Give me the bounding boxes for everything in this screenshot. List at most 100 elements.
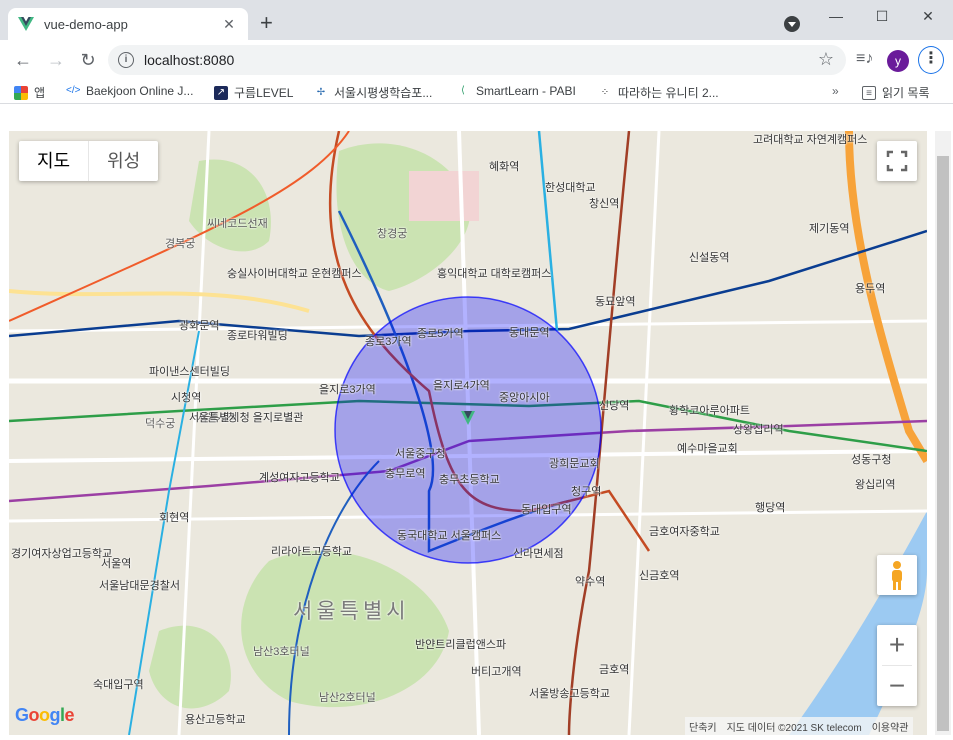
address-bar[interactable]: i localhost:8080 ☆	[108, 45, 846, 75]
city-label: 서울특별시	[293, 600, 410, 623]
tab-title: vue-demo-app	[44, 16, 128, 32]
maximize-icon[interactable]: ☐	[868, 6, 896, 26]
bookmark-label: 구름LEVEL	[234, 86, 294, 100]
place-label: 충무초등학교	[439, 474, 500, 486]
station-label: 동대입구역	[521, 504, 572, 516]
station-label: 버티고개역	[471, 666, 522, 678]
place-label: 광희문교회	[549, 458, 600, 470]
bookmark-goorm[interactable]: ↗ 구름LEVEL	[214, 84, 293, 101]
station-label: 충무로역	[385, 468, 426, 480]
reading-list-icon: ≡	[862, 85, 876, 100]
forward-icon[interactable]: →	[46, 50, 66, 70]
minimize-icon[interactable]: —	[822, 6, 850, 26]
bookmark-seoul-learning[interactable]: ✢ 서울시평생학습포...	[314, 84, 433, 101]
place-label: 예수마을교회	[677, 443, 738, 455]
google-logo[interactable]: Google	[15, 705, 75, 726]
dots-icon: ⁘	[600, 86, 610, 98]
place-label: 홍익대학교 대학로캠퍼스	[437, 268, 552, 280]
close-tab-icon[interactable]: ✕	[220, 16, 238, 33]
station-label: 광화문역	[179, 320, 220, 332]
map-type-control: 지도 위성	[19, 141, 159, 181]
zoom-control: + −	[877, 625, 917, 706]
map-attribution: 단축키 지도 데이터 ©2021 SK telecom 이용약관	[685, 717, 913, 735]
site-info-icon[interactable]: i	[118, 52, 134, 68]
bookmark-label: 읽기 목록	[882, 86, 930, 100]
place-label: 파이낸스센터빌딩	[149, 366, 230, 378]
bookmark-label: SmartLearn - PABI	[476, 84, 576, 98]
station-label: 신당역	[599, 400, 630, 412]
zoom-out-button[interactable]: −	[877, 666, 917, 706]
street-view-pegman-button[interactable]	[877, 555, 917, 595]
tab-search-icon[interactable]	[784, 16, 800, 32]
url-text[interactable]: localhost:8080	[144, 52, 234, 68]
station-label: 행당역	[755, 502, 786, 514]
station-label: 제기동역	[809, 223, 850, 235]
station-label: 상왕십리역	[733, 424, 784, 436]
place-label: 중앙아시아	[499, 392, 550, 404]
place-label: 경복궁	[165, 238, 196, 250]
place-label: 신라면세점	[513, 548, 564, 560]
arrow-icon: ↗	[214, 85, 228, 100]
toolbar: ← → ↻ i localhost:8080 ☆	[0, 40, 953, 80]
scrollbar-thumb[interactable]	[937, 156, 949, 731]
fullscreen-button[interactable]	[877, 141, 917, 181]
bookmark-label: 서울시평생학습포...	[334, 86, 433, 100]
station-label: 왕십리역	[855, 479, 896, 491]
new-tab-icon[interactable]: +	[260, 12, 273, 34]
place-label: 창경궁	[377, 228, 408, 240]
google-map[interactable]: 서울특별시 을지로4가역 종로5가역 동대문역 신당역 청구역 약수역 동대입구…	[9, 131, 927, 735]
bookmark-unity[interactable]: ⁘ 따라하는 유니티 2...	[598, 84, 719, 101]
bookmark-apps[interactable]: 앱	[14, 84, 45, 101]
place-label: 남산2호터널	[319, 692, 376, 704]
vue-logo-icon	[18, 17, 34, 31]
station-label: 약수역	[575, 576, 606, 588]
place-label: 리라아트고등학교	[271, 546, 352, 558]
bookmark-label: 앱	[34, 86, 46, 100]
place-label: 서울방송고등학교	[529, 688, 610, 700]
leaf-icon: ⟨	[461, 85, 465, 96]
place-label: 종로타워빌딩	[227, 330, 288, 342]
bookmark-smartlearn[interactable]: ⟨ SmartLearn - PABI	[456, 84, 576, 98]
media-control-icon[interactable]: ≡♪	[856, 50, 873, 68]
station-label: 청구역	[571, 486, 602, 498]
chrome-menu-icon[interactable]: ⋮	[918, 46, 944, 74]
station-label: 혜화역	[489, 161, 520, 173]
station-label: 숙대입구역	[93, 679, 144, 691]
keyboard-shortcuts-link[interactable]: 단축키	[689, 719, 717, 734]
back-icon[interactable]: ←	[13, 50, 33, 70]
bookmark-label: 따라하는 유니티 2...	[618, 86, 719, 100]
station-label: 신설동역	[689, 252, 730, 264]
map-type-satellite-button[interactable]: 위성	[88, 141, 158, 181]
bookmark-label: Baekjoon Online J...	[86, 84, 194, 98]
terms-link[interactable]: 이용약관	[872, 719, 909, 734]
place-label: 계성여자고등학교	[259, 472, 340, 484]
map-type-roadmap-button[interactable]: 지도	[19, 141, 88, 181]
place-label: 한성대학교	[545, 182, 596, 194]
station-label: 종로5가역	[417, 328, 464, 340]
close-window-icon[interactable]: ✕	[914, 6, 942, 26]
reading-list[interactable]: ≡ 읽기 목록	[862, 84, 930, 101]
vertical-scrollbar[interactable]	[935, 131, 951, 735]
browser-tab[interactable]: vue-demo-app ✕	[8, 8, 248, 40]
place-label: 황학코아루아파트	[669, 405, 750, 417]
place-label: 금호여자중학교	[649, 526, 720, 538]
bookmark-baekjoon[interactable]: </> Baekjoon Online J...	[66, 84, 193, 98]
reload-icon[interactable]: ↻	[78, 50, 98, 70]
apps-grid-icon	[14, 85, 28, 100]
profile-avatar[interactable]: y	[887, 50, 909, 72]
station-label: 용두역	[855, 283, 886, 295]
place-label: 남산3호터널	[253, 646, 310, 658]
station-label: 창신역	[589, 198, 620, 210]
place-label: 경기여자상업고등학교	[11, 548, 113, 560]
zoom-in-button[interactable]: +	[877, 625, 917, 665]
place-label: 용산고등학교	[185, 714, 246, 726]
bookmarks-bar: 앱 </> Baekjoon Online J... ↗ 구름LEVEL ✢ 서…	[0, 80, 953, 104]
station-label: 시청역	[171, 392, 202, 404]
bird-icon: ✢	[316, 86, 326, 98]
code-icon: </>	[66, 85, 81, 96]
station-label: 동묘앞역	[595, 296, 636, 308]
more-bookmarks-icon[interactable]: »	[832, 84, 839, 98]
browser-window: vue-demo-app ✕ + — ☐ ✕ ← → ↻ i localhost…	[0, 0, 953, 740]
pegman-icon	[892, 561, 902, 590]
bookmark-star-icon[interactable]: ☆	[818, 49, 834, 70]
